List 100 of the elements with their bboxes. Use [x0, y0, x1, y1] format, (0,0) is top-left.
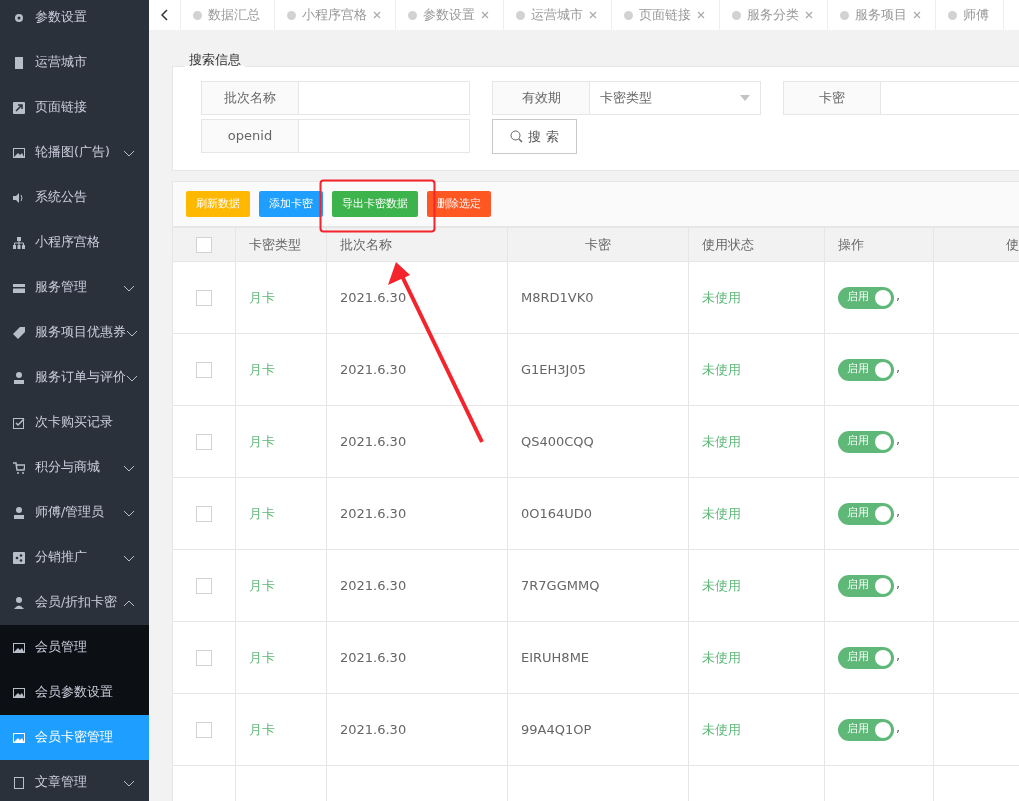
dot-icon [948, 10, 957, 20]
sidebar-item[interactable]: 文章管理 [0, 760, 149, 801]
checkbox[interactable] [196, 649, 212, 666]
checkbox[interactable] [196, 577, 212, 594]
toggle-switch[interactable]: 启用 [838, 646, 894, 669]
table-cell: 未使用 [688, 333, 825, 406]
search-button[interactable]: 搜 索 [492, 119, 577, 154]
sidebar-item[interactable]: 参数设置 [0, 0, 149, 40]
checkbox[interactable] [196, 721, 212, 738]
select-field[interactable]: 卡密类型 [590, 81, 761, 115]
checkbox[interactable] [196, 361, 212, 378]
table-cell: 月卡 [235, 549, 327, 622]
dot-icon [287, 10, 296, 20]
document-icon [13, 776, 25, 789]
image-icon [13, 686, 25, 699]
table-cell: 未使用 [688, 549, 825, 622]
sidebar-item[interactable]: 小程序宫格 [0, 220, 149, 265]
sidebar-item[interactable]: 积分与商城 [0, 445, 149, 490]
page-tab[interactable]: 页面链接 [612, 0, 720, 30]
sidebar-item[interactable]: 服务项目优惠券 [0, 310, 149, 355]
column-header: 卡密 [507, 227, 689, 262]
table-cell: 99A4Q1OP [507, 693, 689, 766]
input-field[interactable] [299, 81, 470, 115]
table-cell: 未使用 [688, 621, 825, 694]
field-label: 批次名称 [201, 81, 299, 115]
sidebar-item[interactable]: 系统公告 [0, 175, 149, 220]
toggle-switch[interactable]: 启用 [838, 718, 894, 741]
cart-icon [13, 461, 25, 474]
input-field[interactable] [299, 119, 470, 153]
checkbox[interactable] [196, 433, 212, 450]
sidebar-subitem[interactable]: 会员参数设置 [0, 670, 149, 715]
sidebar-item[interactable]: 师傅/管理员 [0, 490, 149, 535]
sidebar-item[interactable]: 服务订单与评价 [0, 355, 149, 400]
toggle-switch[interactable]: 启用 [838, 574, 894, 597]
dot-icon [624, 10, 633, 20]
table-cell: 2021.6.30 [326, 549, 508, 622]
sidebar-item[interactable]: 轮播图(广告) [0, 130, 149, 175]
card-icon [13, 281, 25, 294]
page-tab[interactable]: 服务项目 [828, 0, 936, 30]
comma-text: , [896, 720, 901, 736]
table-cell: 0O164UD0 [507, 477, 689, 550]
input-field[interactable] [881, 81, 1019, 115]
page-tab[interactable]: 小程序宫格 [275, 0, 396, 30]
table-cell: G1EH3J05 [507, 333, 689, 406]
toolbar-button[interactable]: 删除选定 [427, 191, 491, 217]
checkbox[interactable] [196, 236, 212, 253]
sidebar-item[interactable]: 服务管理 [0, 265, 149, 310]
close-icon[interactable] [589, 11, 597, 19]
sidebar-item[interactable]: 分销推广 [0, 535, 149, 580]
dot-icon [408, 10, 417, 20]
dot-icon [732, 10, 741, 20]
sidebar-item[interactable]: 次卡购买记录 [0, 400, 149, 445]
sidebar-subitem[interactable]: 会员卡密管理 [0, 715, 149, 760]
sidebar-item[interactable]: 页面链接 [0, 85, 149, 130]
comma-text: , [896, 504, 901, 520]
image-icon [13, 641, 25, 654]
close-icon[interactable] [913, 11, 921, 19]
checkbox[interactable] [196, 505, 212, 522]
field-label: openid [201, 119, 299, 153]
search-icon [510, 130, 524, 143]
column-header: 使用状态 [688, 227, 825, 262]
image-icon [13, 146, 25, 159]
column-header: 批次名称 [326, 227, 508, 262]
sidebar-subitem[interactable]: 会员管理 [0, 625, 149, 670]
sitemap-icon [13, 236, 25, 249]
person-icon [13, 596, 25, 609]
table-cell: 月卡 [235, 405, 327, 478]
comma-text: , [896, 648, 901, 664]
close-icon[interactable] [805, 11, 813, 19]
toolbar-button[interactable]: 添加卡密 [259, 191, 323, 217]
checkbox[interactable] [196, 289, 212, 306]
close-icon[interactable] [481, 11, 489, 19]
panel-title: 搜索信息 [188, 53, 242, 66]
table-cell: 2021.6.30 [326, 477, 508, 550]
sidebar-item[interactable]: 会员/折扣卡密 [0, 580, 149, 625]
table-cell: 未使用 [688, 693, 825, 766]
toolbar-button[interactable]: 刷新数据 [186, 191, 250, 217]
close-icon[interactable] [373, 11, 381, 19]
page-tab[interactable]: 运营城市 [504, 0, 612, 30]
table-cell: EIRUH8ME [507, 621, 689, 694]
sidebar-item[interactable]: 运营城市 [0, 40, 149, 85]
table-cell: 月卡 [235, 621, 327, 694]
table-cell: 未使用 [688, 405, 825, 478]
column-header: 操作 [824, 227, 934, 262]
field-label: 卡密 [783, 81, 881, 115]
close-icon[interactable] [697, 11, 705, 19]
page-tab[interactable]: 参数设置 [396, 0, 504, 30]
toggle-switch[interactable]: 启用 [838, 502, 894, 525]
person-icon [13, 371, 25, 384]
toggle-switch[interactable]: 启用 [838, 430, 894, 453]
page-tab[interactable]: 师傅 [936, 0, 1004, 30]
page-tab[interactable]: 数据汇总 [181, 0, 275, 30]
share-icon [13, 551, 25, 564]
toggle-switch[interactable]: 启用 [838, 358, 894, 381]
dot-icon [193, 10, 202, 20]
table-cell: 月卡 [235, 333, 327, 406]
page-tab[interactable]: 服务分类 [720, 0, 828, 30]
toolbar-button[interactable]: 导出卡密数据 [332, 191, 418, 217]
toggle-switch[interactable]: 启用 [838, 286, 894, 309]
table-cell: 月卡 [235, 693, 327, 766]
